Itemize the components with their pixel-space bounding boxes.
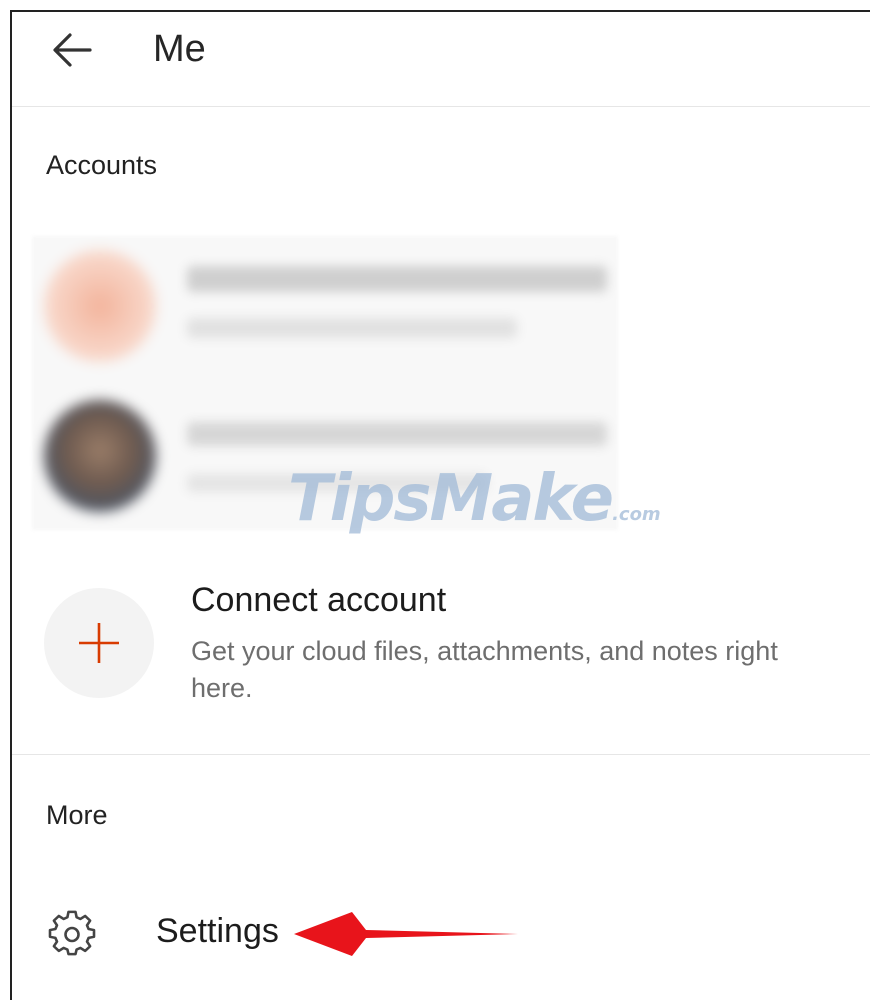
back-button[interactable] bbox=[50, 28, 94, 72]
connect-icon-circle bbox=[44, 588, 154, 698]
page-title: Me bbox=[153, 28, 206, 70]
account-email-redacted bbox=[187, 422, 607, 446]
section-divider bbox=[12, 754, 870, 755]
account-item[interactable] bbox=[32, 236, 618, 376]
red-arrow-icon bbox=[294, 912, 518, 956]
connect-account-subtitle: Get your cloud files, attachments, and n… bbox=[191, 636, 778, 703]
connect-account-title: Connect account bbox=[191, 581, 447, 619]
account-type-redacted bbox=[187, 318, 517, 338]
watermark-brand: TipsMake bbox=[288, 462, 614, 536]
avatar bbox=[44, 250, 156, 362]
settings-label: Settings bbox=[156, 912, 279, 950]
avatar bbox=[44, 400, 156, 512]
gear-icon bbox=[48, 910, 96, 956]
top-bar: Me bbox=[12, 12, 870, 107]
accounts-section-label: Accounts bbox=[46, 150, 158, 180]
arrow-left-icon bbox=[53, 33, 92, 67]
connect-account-button[interactable]: Connect account Get your cloud files, at… bbox=[12, 575, 870, 735]
more-section-label: More bbox=[46, 800, 108, 830]
watermark-logo: TipsMake.com bbox=[288, 462, 661, 536]
plus-icon bbox=[79, 623, 119, 663]
account-email-redacted bbox=[187, 266, 607, 292]
watermark-suffix: .com bbox=[612, 504, 661, 525]
